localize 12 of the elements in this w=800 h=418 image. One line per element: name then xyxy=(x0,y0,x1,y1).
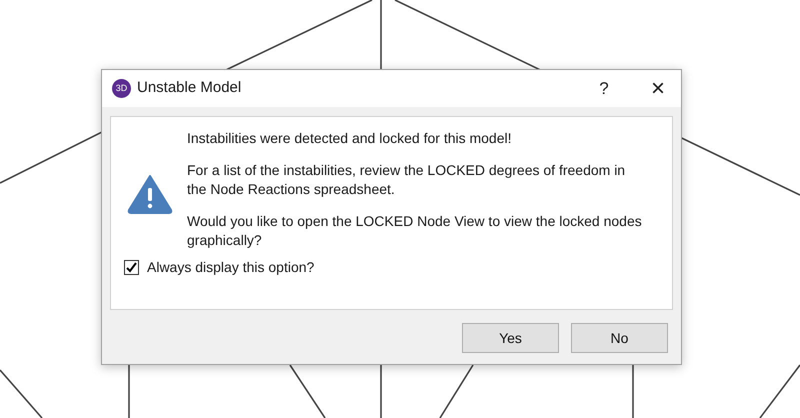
window-title: Unstable Model xyxy=(137,78,242,98)
message-text: Instabilities were detected and locked for this model! xyxy=(187,129,513,148)
app-logo: 3D xyxy=(112,79,131,98)
checkbox-label: Always display this option? xyxy=(147,258,314,277)
message-text: Would you like to open the LOCKED Node View to view the locked nodes graphically? xyxy=(187,212,643,250)
checkbox[interactable] xyxy=(124,260,139,275)
no-button[interactable]: No xyxy=(571,323,668,353)
warning-icon xyxy=(126,173,174,215)
close-button[interactable]: × xyxy=(635,70,681,107)
message-text: For a list of the instabilities, review the LOCKED degrees of freedom in the Node Reactions spreadsheet. xyxy=(187,161,626,199)
help-button[interactable]: ? xyxy=(581,70,627,107)
yes-button[interactable]: Yes xyxy=(462,323,559,353)
